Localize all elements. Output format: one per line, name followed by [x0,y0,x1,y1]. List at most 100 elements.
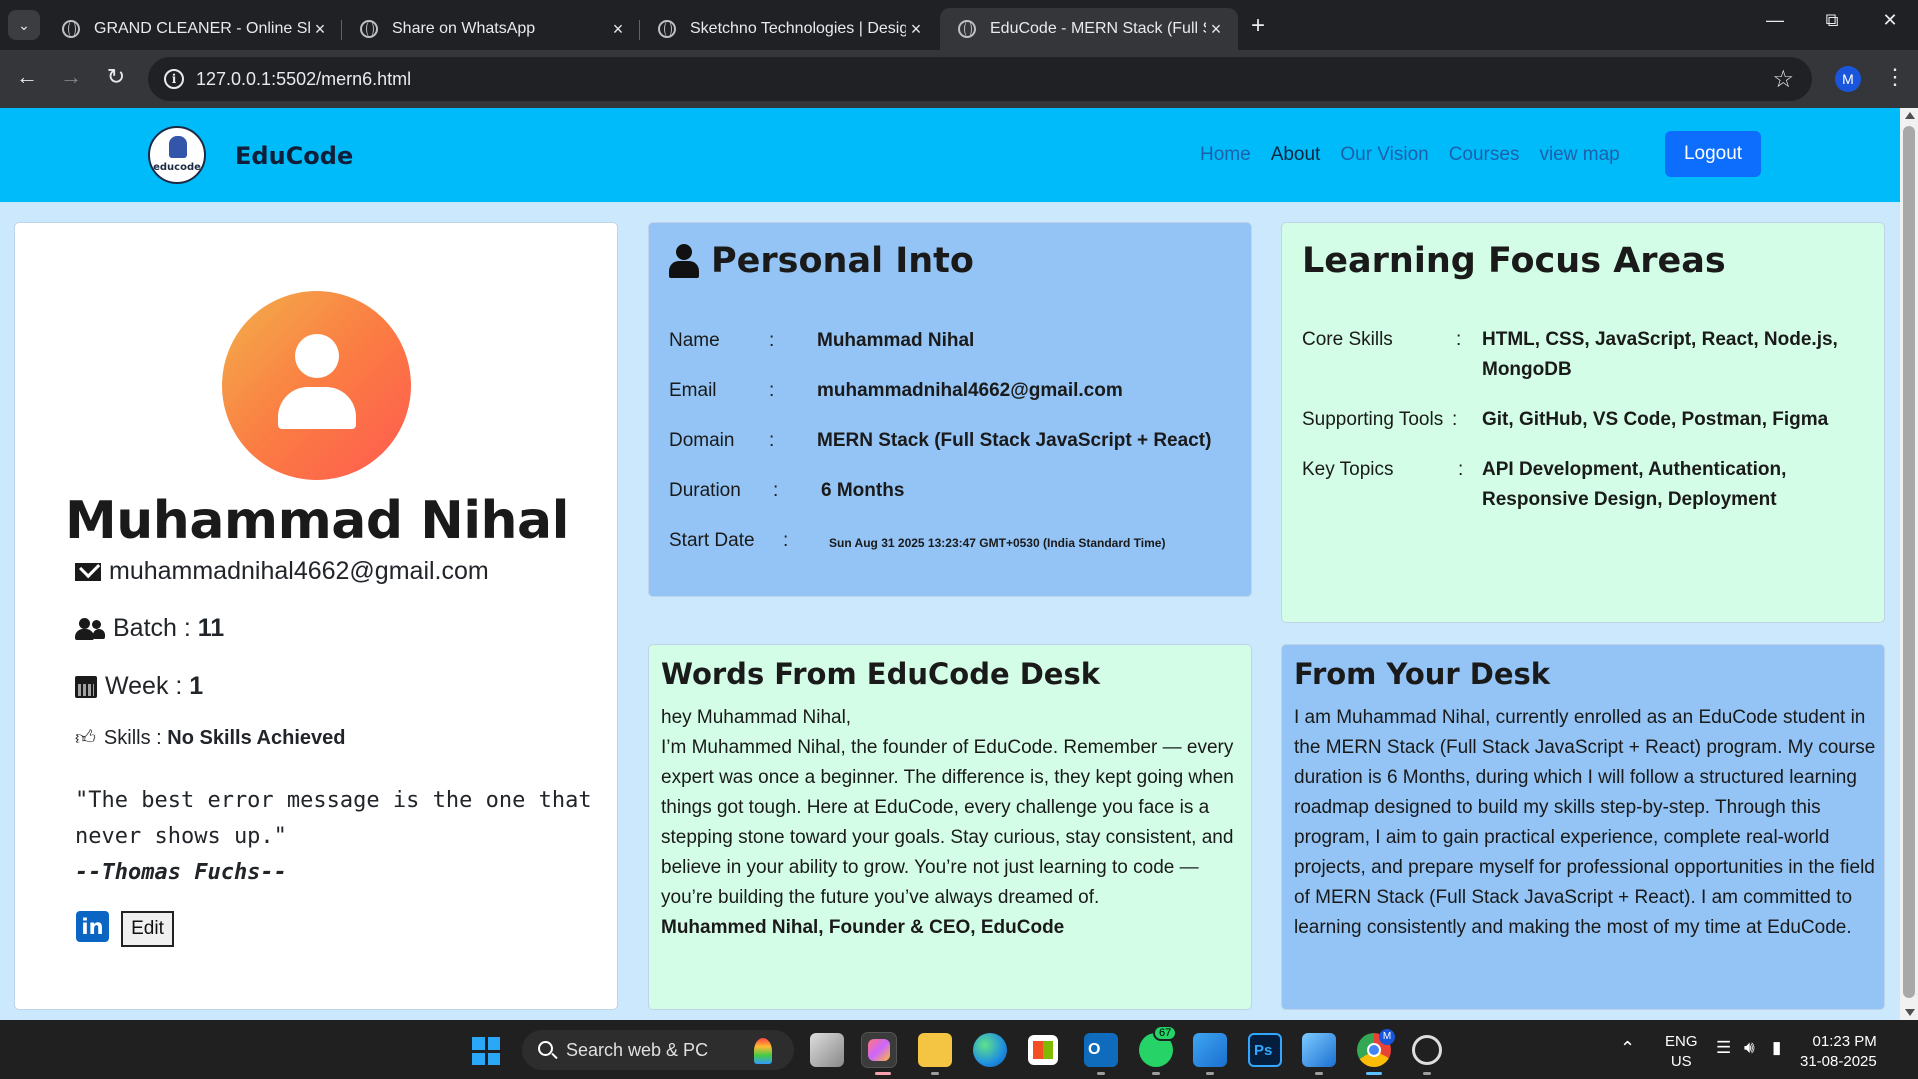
reload-button[interactable]: ↻ [101,64,131,90]
site-info-icon[interactable]: i [164,69,184,89]
wifi-icon[interactable]: ☰ [1716,1038,1731,1058]
edit-button[interactable]: Edit [121,911,174,947]
words-message: hey Muhammad Nihal, I’m Muhammed Nihal, … [661,703,1245,943]
ms-store-icon[interactable] [1028,1035,1058,1065]
profile-name: Muhammad Nihal [65,491,569,551]
profile-week-row: Week : 1 [75,672,203,701]
nav-view-map[interactable]: view map [1539,144,1619,166]
tab-title: GRAND CLEANER - Online Shop [94,20,310,37]
profile-email-row: muhammadnihal4662@gmail.com [75,557,489,586]
brand-name[interactable]: EduCode [235,142,353,170]
forward-button[interactable]: → [56,64,86,90]
system-clock[interactable]: 01:23 PM 31-08-2025 [1800,1032,1877,1072]
taskbar-search[interactable]: Search web & PC [522,1030,794,1070]
profile-email: muhammadnihal4662@gmail.com [109,557,489,585]
tab-sketchno[interactable]: Sketchno Technologies | Design × [640,8,938,50]
tab-grand-cleaner[interactable]: GRAND CLEANER - Online Shop × [44,8,342,50]
educode-logo[interactable]: educode [148,126,206,184]
profile-avatar[interactable]: M [1835,66,1861,92]
close-icon[interactable]: × [1206,19,1226,40]
windows-start-icon[interactable] [472,1037,500,1065]
close-window-button[interactable]: ✕ [1870,10,1910,31]
personal-info-title-row: Personal Into [669,241,974,281]
skills-value: No Skills Achieved [167,726,346,749]
nav-courses[interactable]: Courses [1449,144,1520,166]
close-icon[interactable]: × [310,19,330,40]
address-bar[interactable]: i 127.0.0.1:5502/mern6.html ☆ [148,57,1812,101]
clock-time: 01:23 PM [1812,1033,1877,1050]
battery-icon[interactable]: ▮ [1772,1038,1781,1058]
from-your-desk-card: From Your Desk I am Muhammad Nihal, curr… [1281,644,1885,1010]
volume-icon[interactable]: 🔊︎ [1744,1038,1755,1058]
tab-educode[interactable]: EduCode - MERN Stack (Full Stack × [940,8,1238,50]
edge-icon[interactable] [973,1033,1007,1067]
logo-person-icon [169,136,187,158]
focus-row-core-skills: Core Skills: HTML, CSS, JavaScript, React… [1302,329,1838,380]
info-row-email: Email: muhammadnihal4662@gmail.com [669,380,1123,401]
restore-button[interactable]: ⧉ [1812,10,1852,31]
whatsapp-icon[interactable]: 67 [1139,1025,1178,1067]
user-icon [669,244,699,278]
task-view-icon[interactable] [810,1033,844,1067]
words-signature: Muhammed Nihal, Founder & CEO, EduCode [661,917,1065,938]
nav-home[interactable]: Home [1200,144,1251,166]
learning-focus-title: Learning Focus Areas [1302,241,1726,281]
chrome-icon[interactable]: M [1357,1029,1395,1067]
tab-title: Share on WhatsApp [392,20,536,37]
photos-icon[interactable] [1302,1033,1336,1067]
browser-tab-bar: ⌄ GRAND CLEANER - Online Shop × Share on… [0,0,1918,50]
nav-our-vision[interactable]: Our Vision [1340,144,1428,166]
search-icon [538,1041,553,1056]
scroll-up-arrow-icon[interactable] [1905,112,1915,119]
linkedin-icon[interactable]: in [76,911,109,942]
globe-icon [658,20,676,38]
tab-share-whatsapp[interactable]: Share on WhatsApp × [342,8,640,50]
scroll-thumb[interactable] [1903,126,1915,998]
personal-info-title: Personal Into [711,241,974,281]
back-button[interactable]: ← [12,64,42,90]
scroll-down-arrow-icon[interactable] [1905,1009,1915,1016]
show-hidden-icons[interactable]: ⌃ [1620,1038,1635,1059]
quote-author: --Thomas Fuchs-- [75,860,287,885]
batch-value: 11 [197,614,225,642]
copilot-icon[interactable] [861,1032,897,1068]
quote-block: "The best error message is the one that … [75,783,595,891]
info-row-start-date: Start Date: Sun Aug 31 2025 13:23:47 GMT+… [669,530,1166,551]
info-row-name: Name: Muhammad Nihal [669,330,975,351]
quote-text: "The best error message is the one that … [75,788,592,849]
new-tab-button[interactable]: + [1244,12,1272,40]
focus-row-supporting-tools: Supporting Tools: Git, GitHub, VS Code, P… [1302,409,1829,430]
globe-icon [62,20,80,38]
profile-batch-row: Batch : 11 [75,614,224,643]
file-explorer-icon[interactable] [918,1033,952,1067]
globe-icon [958,20,976,38]
skills-label: Skills : [103,726,162,749]
browser-menu-icon[interactable]: ⋮ [1884,64,1906,90]
bookmark-star-icon[interactable]: ☆ [1772,65,1794,94]
user-avatar-icon [222,291,411,480]
outlook-icon[interactable]: O [1084,1033,1118,1067]
logout-button[interactable]: Logout [1665,131,1761,177]
page-scrollbar[interactable] [1900,108,1918,1020]
photoshop-icon[interactable]: Ps [1248,1033,1282,1067]
language-indicator[interactable]: ENG US [1665,1032,1698,1072]
desk-title: From Your Desk [1294,657,1551,691]
nav-about[interactable]: About [1271,144,1321,166]
close-icon[interactable]: × [906,19,926,40]
logo-text: educode [153,162,201,173]
info-row-duration: Duration:6 Months [669,480,905,501]
week-value: 1 [189,672,204,700]
vscode-icon[interactable] [1193,1033,1227,1067]
globe-icon [360,20,378,38]
browser-toolbar: ← → ↻ i 127.0.0.1:5502/mern6.html ☆ M ⋮ [0,50,1918,108]
tab-title: EduCode - MERN Stack (Full Stack [990,20,1206,37]
learning-focus-card: Learning Focus Areas Core Skills: HTML, C… [1281,222,1885,623]
batch-label: Batch : [113,614,191,642]
tab-search-button[interactable]: ⌄ [8,10,40,40]
tab-title: Sketchno Technologies | Design [690,20,906,37]
windows-taskbar: Search web & PC O 67 Ps M ⌃ ENG US ☰ 🔊︎ … [0,1020,1918,1079]
minimize-button[interactable]: — [1755,10,1795,31]
chrome-profile-badge: M [1379,1029,1395,1045]
chatgpt-icon[interactable] [1412,1035,1442,1065]
close-icon[interactable]: × [608,19,628,40]
